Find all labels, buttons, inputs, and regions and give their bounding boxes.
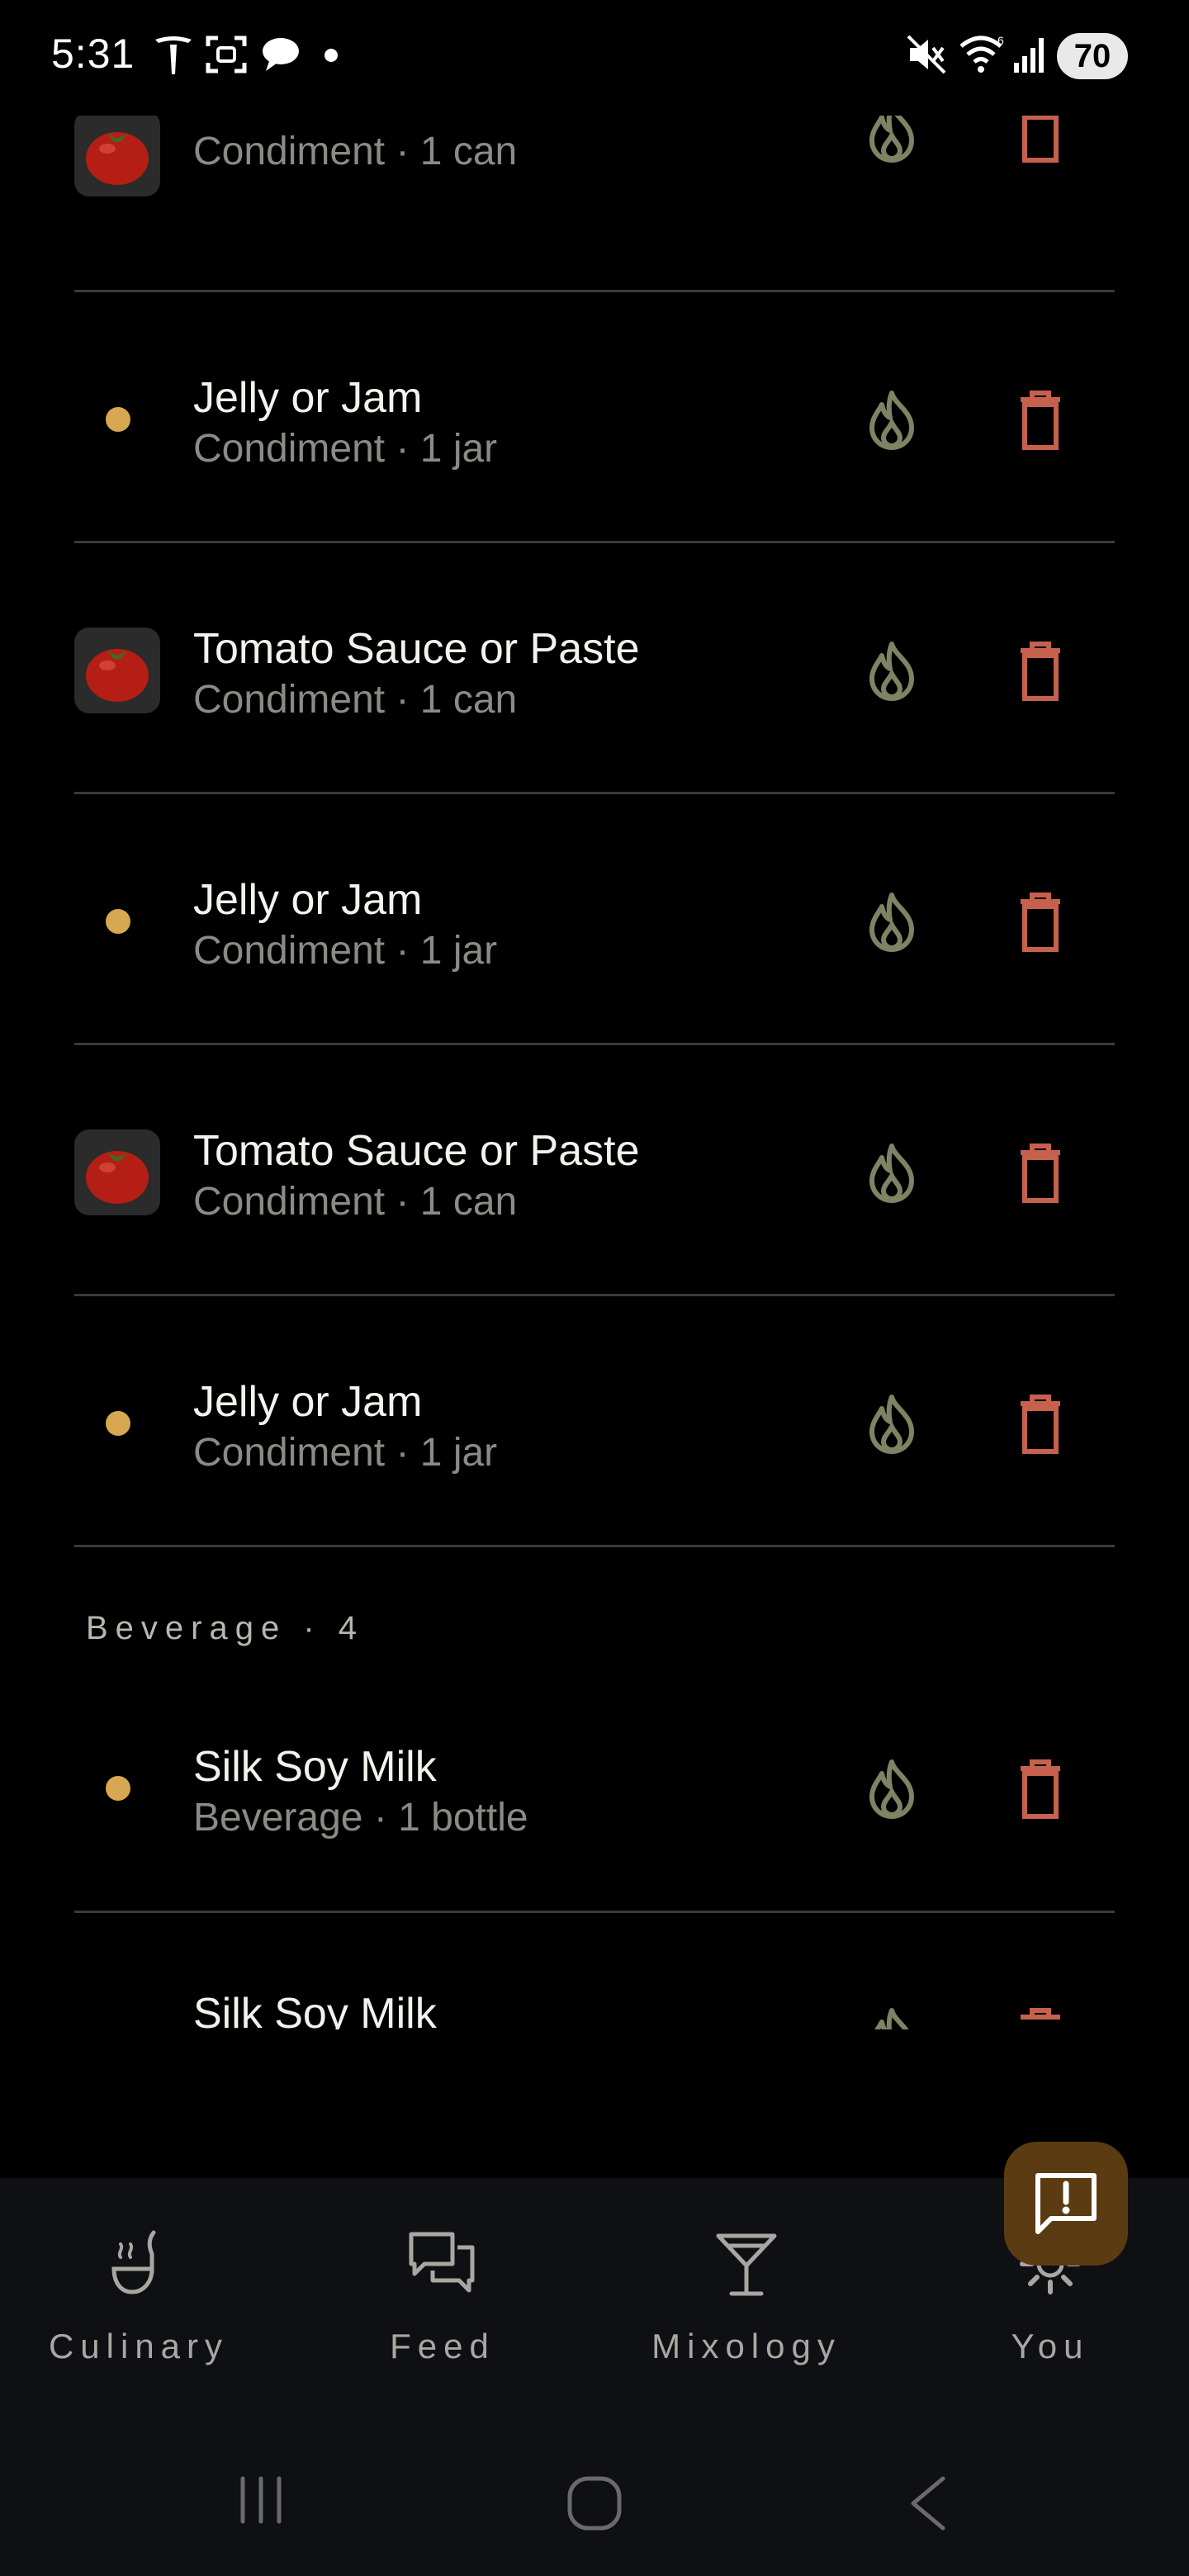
trash-icon[interactable] — [1017, 1141, 1063, 1204]
tomato-thumbnail — [74, 627, 160, 713]
divider — [74, 1545, 1115, 1547]
tesla-icon — [155, 36, 192, 74]
battery-indicator: 70 — [1057, 33, 1128, 79]
status-dot — [106, 407, 130, 432]
trash-icon[interactable] — [1017, 639, 1063, 702]
trash-icon[interactable] — [1017, 116, 1063, 163]
pantry-list[interactable]: Condiment · 1 can Jelly or Jam Condiment… — [0, 116, 1189, 2029]
feedback-icon — [1035, 2173, 1097, 2234]
signal-icon — [1014, 38, 1044, 73]
flame-icon[interactable] — [864, 1757, 920, 1820]
message-icon — [263, 38, 299, 71]
nav-label: Mixology — [651, 2327, 841, 2365]
system-navigation-bar — [0, 2444, 1189, 2576]
list-item[interactable]: Condiment · 1 can — [0, 116, 1189, 281]
ladle-icon — [111, 2230, 156, 2294]
item-subtitle: Condiment · 1 jar — [193, 1431, 498, 1475]
list-item[interactable]: Tomato Sauce or Paste Condiment · 1 can — [0, 543, 1189, 794]
tomato-thumbnail — [74, 116, 160, 197]
trash-icon[interactable] — [1017, 388, 1063, 451]
flame-icon[interactable] — [864, 1392, 920, 1455]
mute-icon — [907, 35, 946, 74]
nav-label: You — [1011, 2327, 1090, 2365]
item-subtitle: Condiment · 1 can — [193, 678, 518, 722]
item-subtitle: Condiment · 1 can — [193, 1180, 518, 1224]
notification-dot-icon — [324, 49, 338, 62]
item-title: Silk Soy Milk — [193, 1743, 437, 1791]
section-header: Beverage · 4 — [86, 1610, 365, 1646]
list-item[interactable]: Jelly or Jam Condiment · 1 jar — [0, 794, 1189, 1045]
flame-icon[interactable] — [864, 1141, 920, 1204]
item-subtitle: Condiment · 1 jar — [193, 427, 498, 471]
list-item[interactable]: Tomato Sauce or Paste Condiment · 1 can — [0, 1045, 1189, 1296]
list-item[interactable]: Silk Soy Milk Beverage · 1 bottle — [0, 1664, 1189, 1915]
back-icon[interactable] — [905, 2474, 951, 2533]
item-subtitle: Condiment · 1 jar — [193, 929, 498, 973]
flame-icon[interactable] — [864, 639, 920, 702]
nav-culinary[interactable]: Culinary — [15, 2228, 263, 2409]
recent-apps-icon[interactable] — [234, 2474, 287, 2526]
item-title: Tomato Sauce or Paste — [193, 625, 640, 673]
flame-icon[interactable] — [864, 2005, 920, 2029]
trash-icon[interactable] — [1017, 1392, 1063, 1455]
item-title: Jelly or Jam — [193, 374, 423, 422]
status-dot — [106, 1411, 130, 1436]
list-item[interactable]: Jelly or Jam Condiment · 1 jar — [0, 1296, 1189, 1547]
status-bar: 5:31 6 70 — [0, 0, 1189, 116]
status-dot — [106, 1776, 130, 1801]
list-item[interactable]: Silk Soy Milk — [0, 1913, 1189, 2029]
item-subtitle: Condiment · 1 can — [193, 130, 518, 173]
feedback-button[interactable] — [1004, 2142, 1128, 2266]
chat-bubbles-icon — [409, 2232, 475, 2293]
item-title: Tomato Sauce or Paste — [193, 1127, 640, 1175]
nav-mixology[interactable]: Mixology — [623, 2228, 870, 2409]
status-dot — [106, 909, 130, 934]
wifi-icon: 6 — [959, 34, 1004, 73]
item-title: Silk Soy Milk — [193, 1990, 437, 2029]
trash-icon[interactable] — [1017, 1757, 1063, 1820]
home-icon[interactable] — [565, 2474, 624, 2533]
flame-icon[interactable] — [864, 388, 920, 451]
item-subtitle: Beverage · 1 bottle — [193, 1796, 528, 1840]
svg-text:6: 6 — [997, 34, 1004, 47]
flame-icon[interactable] — [864, 116, 920, 163]
tomato-thumbnail — [74, 1129, 160, 1215]
status-time: 5:31 — [51, 31, 135, 77]
cocktail-glass-icon — [716, 2233, 777, 2296]
trash-icon[interactable] — [1017, 890, 1063, 953]
item-title: Jelly or Jam — [193, 876, 423, 924]
item-title: Jelly or Jam — [193, 1378, 423, 1426]
flame-icon[interactable] — [864, 890, 920, 953]
nav-label: Feed — [390, 2327, 495, 2365]
list-item[interactable]: Jelly or Jam Condiment · 1 jar — [0, 292, 1189, 543]
screenshot-icon — [206, 36, 247, 73]
nav-label: Culinary — [48, 2327, 230, 2365]
nav-feed[interactable]: Feed — [319, 2228, 566, 2409]
trash-icon[interactable] — [1017, 2005, 1063, 2029]
